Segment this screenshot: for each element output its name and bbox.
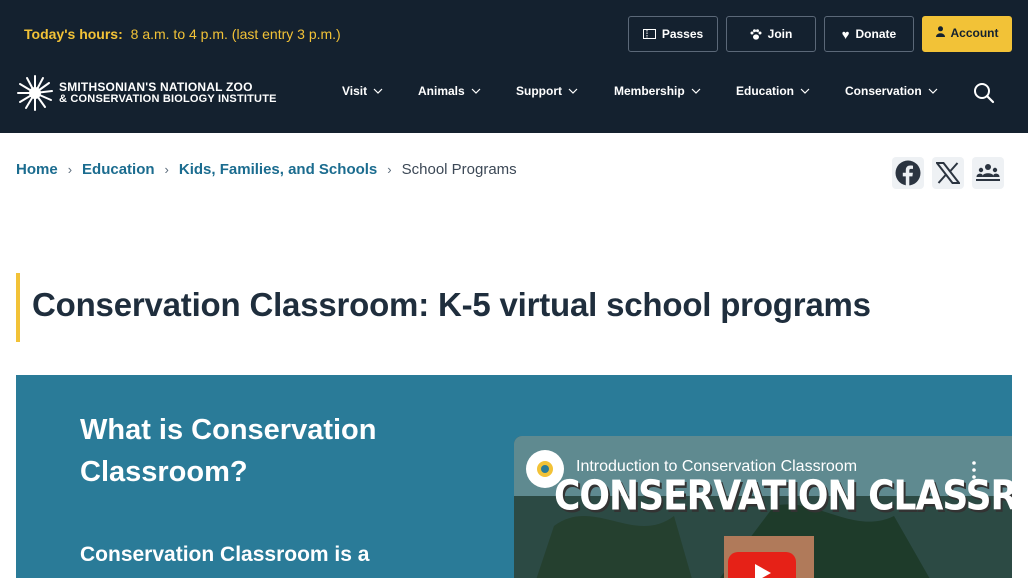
chevron-down-icon (568, 88, 578, 94)
donate-button[interactable]: ♥ Donate (824, 16, 914, 52)
nav-label: Support (516, 84, 562, 98)
join-button[interactable]: Join (726, 16, 816, 52)
nav-item-support[interactable]: Support (516, 84, 578, 98)
x-icon (936, 162, 960, 184)
share-facebook-button[interactable] (892, 157, 924, 189)
video-banner-text: CONSERVATION CLASSROOM (554, 472, 1012, 521)
nav-label: Conservation (845, 84, 922, 98)
nav-label: Animals (418, 84, 465, 98)
breadcrumb-home[interactable]: Home (16, 161, 58, 178)
feature-body: Conservation Classroom is a (80, 543, 370, 566)
nav-label: Education (736, 84, 795, 98)
passes-label: Passes (661, 27, 704, 41)
nav-label: Visit (342, 84, 368, 98)
logo-line-1: SMITHSONIAN'S NATIONAL ZOO (59, 80, 253, 94)
heart-icon: ♥ (841, 26, 850, 42)
sunburst-logo-icon (17, 75, 53, 111)
breadcrumb-separator: › (387, 162, 392, 177)
user-icon (935, 26, 945, 37)
donate-label: Donate (855, 27, 897, 41)
page-title: Conservation Classroom: K-5 virtual scho… (32, 286, 871, 323)
share-icon (976, 164, 1000, 181)
chevron-down-icon (928, 88, 938, 94)
breadcrumb-separator: › (164, 162, 169, 177)
breadcrumb-separator: › (67, 162, 73, 177)
site-logo[interactable]: SMITHSONIAN'S NATIONAL ZOO & CONSERVATIO… (17, 75, 277, 111)
logo-text: SMITHSONIAN'S NATIONAL ZOO & CONSERVATIO… (59, 81, 277, 105)
breadcrumb: Home › Education › Kids, Families, and S… (16, 161, 517, 178)
hours-value: 8 a.m. to 4 p.m. (last entry 3 p.m.) (130, 26, 341, 42)
nav-item-education[interactable]: Education (736, 84, 810, 98)
play-button[interactable] (728, 552, 796, 578)
nav-label: Membership (614, 84, 685, 98)
breadcrumb-current: School Programs (401, 161, 517, 178)
passes-button[interactable]: Passes (628, 16, 718, 52)
nav-item-conservation[interactable]: Conservation (845, 84, 938, 98)
share-x-button[interactable] (932, 157, 964, 189)
todays-hours: Today's hours: 8 a.m. to 4 p.m. (last en… (24, 26, 341, 42)
breadcrumb-kids-families-schools[interactable]: Kids, Families, and Schools (179, 161, 377, 178)
chevron-down-icon (691, 88, 701, 94)
smithsonian-logo-icon (537, 461, 553, 477)
chevron-down-icon (471, 88, 481, 94)
account-label: Account (950, 26, 999, 40)
feature-heading: What is Conservation Classroom? (80, 414, 377, 488)
facebook-icon (895, 160, 921, 186)
video-player[interactable]: Introduction to Conservation Classroom C… (514, 436, 1012, 578)
site-header: Today's hours: 8 a.m. to 4 p.m. (last en… (0, 0, 1028, 133)
nav-item-visit[interactable]: Visit (342, 84, 383, 98)
paw-icon (750, 28, 762, 40)
logo-line-2: & CONSERVATION BIOLOGY INSTITUTE (59, 93, 277, 105)
share-more-button[interactable] (972, 157, 1004, 189)
ticket-icon (642, 29, 656, 39)
breadcrumb-education[interactable]: Education (82, 161, 155, 178)
search-icon[interactable] (973, 82, 995, 104)
nav-item-membership[interactable]: Membership (614, 84, 701, 98)
feature-band: What is Conservation Classroom? Conserva… (16, 375, 1012, 578)
chevron-down-icon (373, 88, 383, 94)
join-label: Join (767, 27, 793, 41)
account-button[interactable]: Account (922, 16, 1012, 52)
chevron-down-icon (800, 88, 810, 94)
title-accent-bar (16, 273, 20, 342)
hours-label: Today's hours: (24, 26, 123, 42)
nav-item-animals[interactable]: Animals (418, 84, 481, 98)
